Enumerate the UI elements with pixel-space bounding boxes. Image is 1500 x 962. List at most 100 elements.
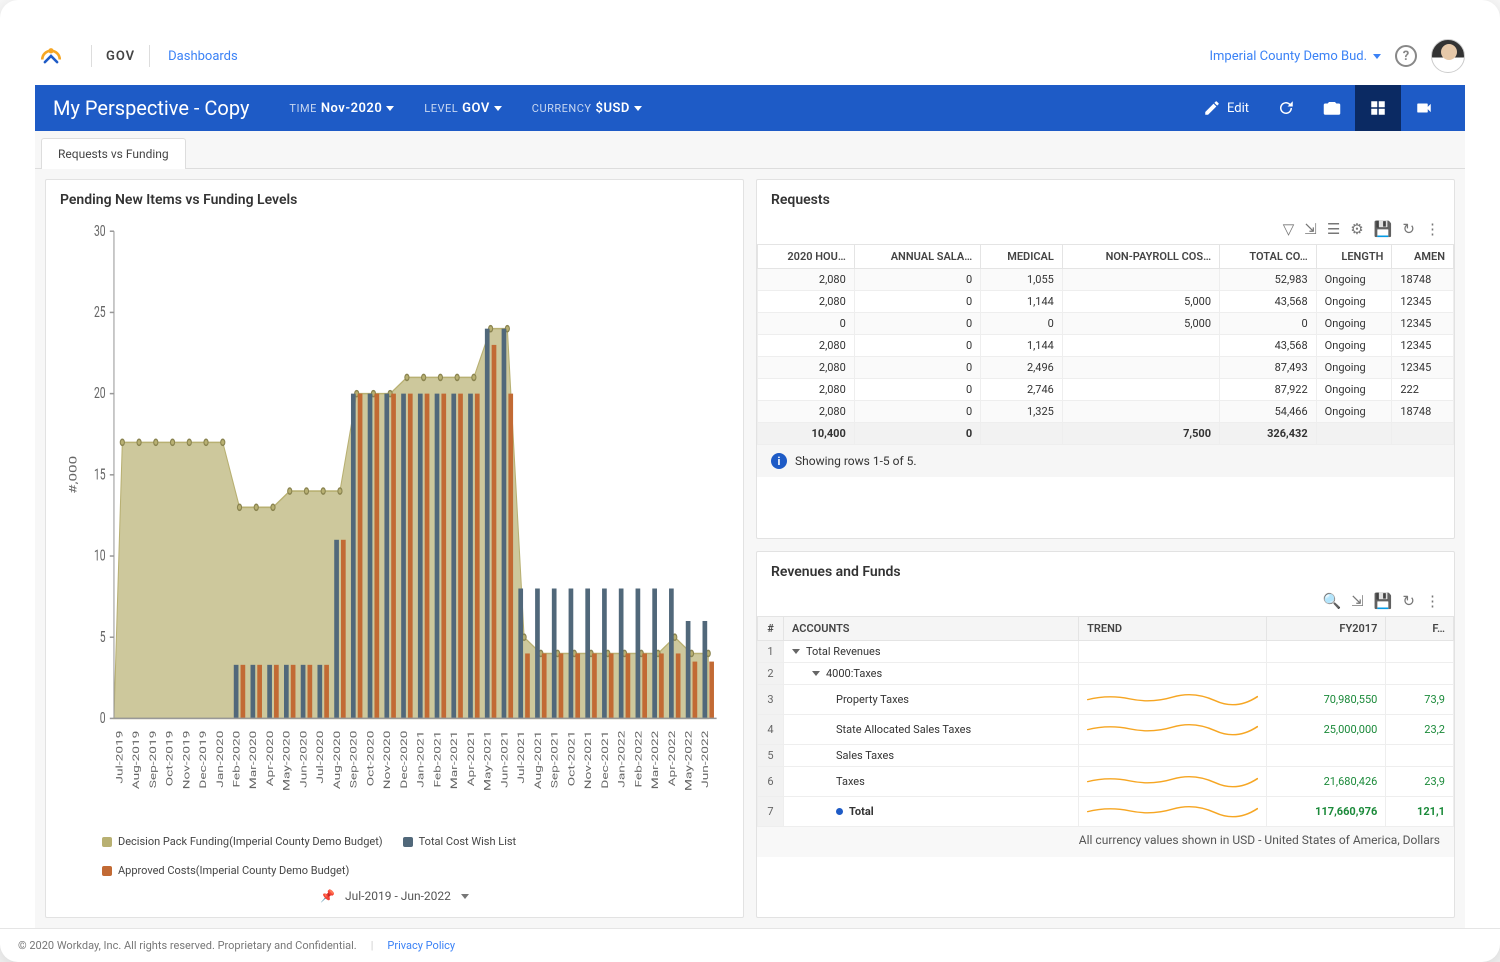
requests-col-header[interactable]: 2020 HOU… [758, 245, 855, 269]
instance-selector[interactable]: Imperial County Demo Bud. [1210, 49, 1382, 64]
table-row[interactable]: 1Total Revenues [758, 640, 1454, 662]
table-row[interactable]: 7Total117,660,976121,1 [758, 796, 1454, 826]
svg-text:#,000: #,000 [68, 456, 80, 494]
chart-legend: Decision Pack Funding(Imperial County De… [62, 825, 727, 883]
table-row[interactable]: 24000:Taxes [758, 662, 1454, 684]
svg-text:Oct-2019: Oct-2019 [164, 731, 175, 787]
svg-text:Mar-2020: Mar-2020 [247, 731, 258, 790]
columns-icon[interactable]: ☰ [1327, 220, 1340, 238]
revenues-col-header[interactable]: FY2017 [1267, 616, 1386, 640]
grid-view-button[interactable] [1355, 85, 1401, 131]
svg-text:15: 15 [94, 467, 106, 485]
table-row[interactable]: 2,08002,74687,922Ongoing222 [758, 379, 1454, 401]
edit-button[interactable]: Edit [1189, 85, 1263, 131]
requests-col-header[interactable]: MEDICAL [981, 245, 1063, 269]
panel-chart: Pending New Items vs Funding Levels 0510… [45, 179, 744, 918]
svg-text:0: 0 [100, 710, 106, 728]
export-icon[interactable]: ⇲ [1304, 220, 1317, 238]
table-row[interactable]: 0005,0000Ongoing12345 [758, 313, 1454, 335]
snapshot-button[interactable] [1309, 85, 1355, 131]
filter-time[interactable]: TIME Nov-2020 [289, 101, 394, 116]
requests-toolbar: ▽ ⇲ ☰ ⚙ 💾 ↻ ⋮ [757, 216, 1454, 244]
svg-text:Jan-2022: Jan-2022 [616, 730, 627, 788]
requests-col-header[interactable]: ANNUAL SALA… [854, 245, 980, 269]
app-footer: © 2020 Workday, Inc. All rights reserved… [0, 928, 1500, 962]
refresh-button[interactable] [1263, 85, 1309, 131]
revenues-title: Revenues and Funds [757, 552, 1454, 588]
copyright-text: © 2020 Workday, Inc. All rights reserved… [18, 939, 357, 952]
svg-text:5: 5 [100, 629, 106, 647]
save-icon[interactable]: 💾 [1374, 592, 1393, 610]
user-avatar[interactable] [1431, 39, 1465, 73]
divider [91, 45, 92, 67]
table-row[interactable]: 2,08001,1445,00043,568Ongoing12345 [758, 291, 1454, 313]
chevron-down-icon [386, 106, 394, 111]
svg-text:Dec-2019: Dec-2019 [197, 731, 208, 789]
table-row[interactable]: 5Sales Taxes [758, 744, 1454, 766]
filter-icon[interactable]: ▽ [1283, 220, 1295, 238]
svg-text:Apr-2022: Apr-2022 [666, 730, 677, 786]
svg-text:May-2021: May-2021 [482, 731, 493, 791]
breadcrumb-link[interactable]: Dashboards [168, 49, 238, 64]
top-bar: GOV Dashboards Imperial County Demo Bud.… [35, 35, 1465, 77]
help-icon[interactable]: ? [1395, 45, 1417, 67]
revenues-col-header[interactable]: # [758, 616, 784, 640]
requests-col-header[interactable]: LENGTH [1316, 245, 1392, 269]
brand-text: GOV [106, 49, 135, 64]
table-total-row: 10,40007,500326,432 [758, 423, 1454, 445]
filter-currency[interactable]: CURRENCY $USD [532, 101, 642, 116]
filter-level[interactable]: LEVEL GOV [424, 101, 502, 116]
export-icon[interactable]: ⇲ [1351, 592, 1364, 610]
settings-icon[interactable]: ⚙ [1350, 220, 1363, 238]
workday-logo[interactable] [35, 40, 67, 72]
revenues-footer: All currency values shown in USD - Unite… [757, 827, 1454, 857]
requests-col-header[interactable]: TOTAL CO… [1220, 245, 1317, 269]
svg-text:Oct-2020: Oct-2020 [365, 731, 376, 787]
chart-date-range[interactable]: 📌 Jul-2019 - Jun-2022 [62, 883, 727, 907]
more-icon[interactable]: ⋮ [1425, 220, 1440, 238]
table-row[interactable]: 3Property Taxes70,980,55073,9 [758, 684, 1454, 714]
save-icon[interactable]: 💾 [1374, 220, 1393, 238]
revenues-col-header[interactable]: ACCOUNTS [784, 616, 1079, 640]
svg-text:Sep-2019: Sep-2019 [147, 731, 158, 789]
table-row[interactable]: 2,08001,05552,983Ongoing18748 [758, 269, 1454, 291]
chart-canvas: 051015202530#,000Jul-2019Aug-2019Sep-201… [62, 216, 727, 825]
revenues-col-header[interactable]: F… [1386, 616, 1454, 640]
refresh-icon[interactable]: ↻ [1402, 592, 1415, 610]
legend-approved: Approved Costs(Imperial County Demo Budg… [102, 864, 349, 877]
revenues-col-header[interactable]: TREND [1079, 616, 1267, 640]
page-toolbar: My Perspective - Copy TIME Nov-2020 LEVE… [35, 85, 1465, 131]
requests-table: 2020 HOU…ANNUAL SALA…MEDICALNON-PAYROLL … [757, 244, 1454, 445]
search-icon[interactable]: 🔍 [1322, 592, 1341, 610]
refresh-icon[interactable]: ↻ [1402, 220, 1415, 238]
chevron-down-icon [461, 894, 469, 899]
table-row[interactable]: 2,08001,32554,466Ongoing18748 [758, 401, 1454, 423]
svg-text:20: 20 [94, 385, 106, 403]
presentation-button[interactable] [1401, 85, 1447, 131]
panel-revenues: Revenues and Funds 🔍 ⇲ 💾 ↻ ⋮ #ACCOUNTSTR… [756, 551, 1455, 919]
svg-text:Dec-2021: Dec-2021 [599, 731, 610, 789]
table-row[interactable]: 2,08001,14443,568Ongoing12345 [758, 335, 1454, 357]
requests-col-header[interactable]: AMEN [1392, 245, 1454, 269]
more-icon[interactable]: ⋮ [1425, 592, 1440, 610]
svg-text:Dec-2020: Dec-2020 [398, 731, 409, 789]
svg-text:Apr-2020: Apr-2020 [264, 731, 275, 787]
tab-row: Requests vs Funding [35, 131, 1465, 169]
privacy-link[interactable]: Privacy Policy [387, 939, 455, 952]
tab-requests-vs-funding[interactable]: Requests vs Funding [41, 138, 186, 169]
svg-text:Feb-2021: Feb-2021 [432, 731, 443, 788]
table-row[interactable]: 6Taxes21,680,42623,9 [758, 766, 1454, 796]
svg-text:Jul-2021: Jul-2021 [515, 731, 526, 784]
svg-text:Jun-2020: Jun-2020 [298, 731, 309, 788]
divider [149, 45, 150, 67]
table-row[interactable]: 4State Allocated Sales Taxes25,000,00023… [758, 714, 1454, 744]
svg-text:Nov-2019: Nov-2019 [181, 731, 192, 790]
svg-text:Mar-2021: Mar-2021 [448, 731, 459, 790]
revenues-table: #ACCOUNTSTRENDFY2017F… 1Total Revenues24… [757, 616, 1454, 827]
svg-text:Nov-2021: Nov-2021 [582, 731, 593, 790]
requests-col-header[interactable]: NON-PAYROLL COS… [1062, 245, 1219, 269]
svg-text:30: 30 [94, 223, 106, 241]
panel-requests: Requests ▽ ⇲ ☰ ⚙ 💾 ↻ ⋮ 2020 HOU…ANNUAL S… [756, 179, 1455, 539]
table-row[interactable]: 2,08002,49687,493Ongoing12345 [758, 357, 1454, 379]
legend-wish: Total Cost Wish List [403, 835, 517, 848]
